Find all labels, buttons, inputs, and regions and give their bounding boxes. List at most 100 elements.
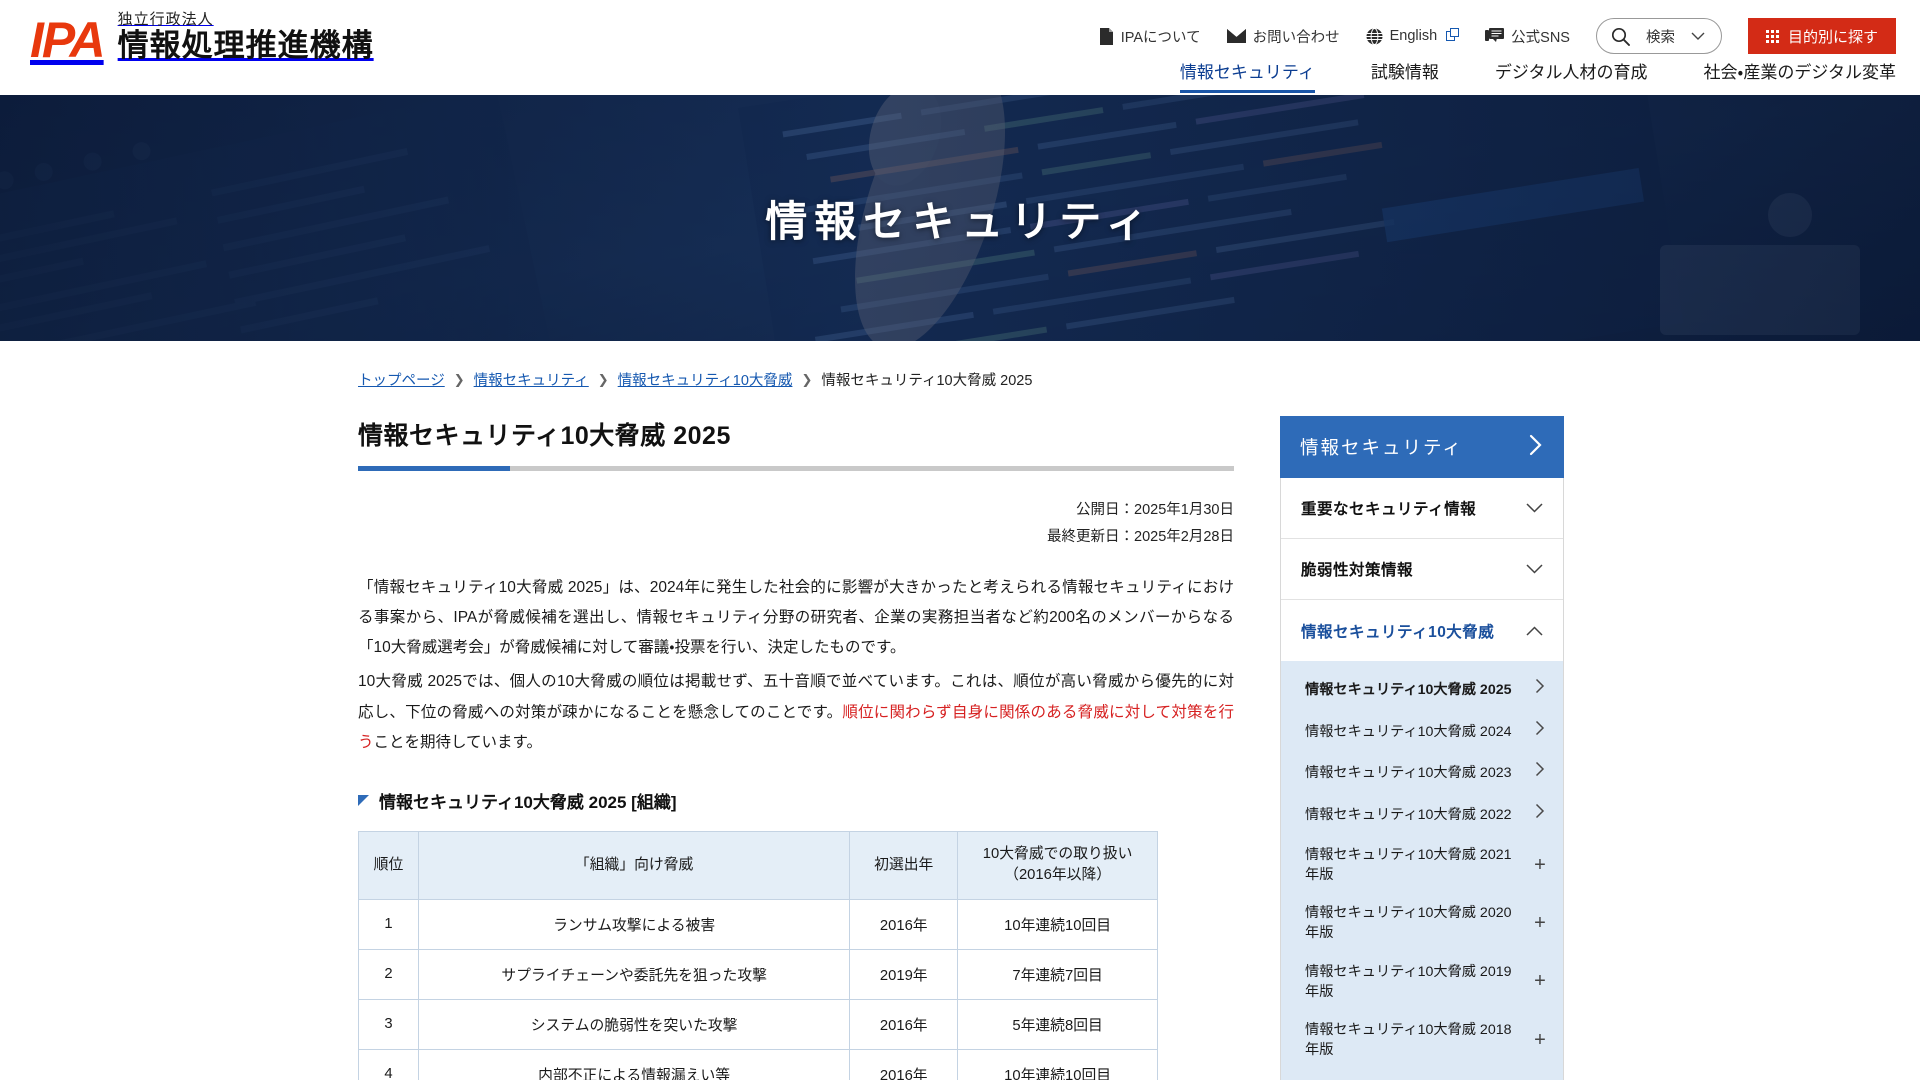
sidebar-item-threats-2018[interactable]: 情報セキュリティ10大脅威 2018年版 +	[1281, 1011, 1563, 1069]
col-header-rank: 順位	[358, 830, 419, 900]
globe-icon	[1366, 27, 1383, 45]
sidebar-item-threats-2021[interactable]: 情報セキュリティ10大脅威 2021年版 +	[1281, 836, 1563, 894]
purpose-search-button[interactable]: 目的別に探す	[1747, 18, 1896, 54]
cell-rank: 2	[358, 948, 419, 1000]
threats-table-body: 1 ランサム攻撃による被害 2016年 10年連続10回目 2 サプライチェーン…	[358, 898, 1158, 1080]
cell-year: 2016年	[849, 1048, 959, 1080]
sidebar-accordion-label: 脆弱性対策情報	[1301, 562, 1414, 579]
hero-banner: 情報セキュリティ	[0, 95, 1920, 341]
utility-link-contact-label: お問い合わせ	[1252, 29, 1340, 46]
search-icon	[1611, 27, 1630, 46]
sidebar-accordion-important-info[interactable]: 重要なセキュリティ情報	[1281, 478, 1563, 539]
sidebar-accordion-list: 重要なセキュリティ情報 脆弱性対策情報 情報セキュリティ10大脅威 情報セキュリ…	[1280, 478, 1564, 1080]
sidebar-item-threats-archive[interactable]: 情報セキュリティ10大脅威 +	[1281, 1069, 1563, 1080]
page-body: 情報セキュリティ10大脅威 2025 公開日：2025年1月30日 最終更新日：…	[358, 416, 1920, 1080]
sidebar-accordion-vulnerability-info[interactable]: 脆弱性対策情報	[1281, 539, 1563, 600]
sidebar-item-label: 情報セキュリティ10大脅威 2021年版	[1305, 846, 1512, 884]
threats-table-head: 順位 「組織」向け脅威 初選出年 10大脅威での取り扱い （2016年以降）	[358, 830, 1158, 900]
cell-year: 2019年	[849, 948, 959, 1000]
threats-table: 順位 「組織」向け脅威 初選出年 10大脅威での取り扱い （2016年以降） 1…	[358, 830, 1158, 1080]
sidebar-item-threats-2023[interactable]: 情報セキュリティ10大脅威 2023	[1281, 752, 1563, 794]
chat-icon	[1485, 27, 1505, 45]
utility-link-contact[interactable]: お問い合わせ	[1226, 26, 1340, 47]
plus-icon: +	[1534, 912, 1546, 935]
document-icon	[1099, 27, 1114, 45]
col-header-history-line1: 10大脅威での取り扱い	[982, 845, 1133, 862]
paragraph-2-part-b: ことを期待しています。	[373, 733, 543, 751]
plus-icon: +	[1534, 853, 1546, 876]
main-content: 情報セキュリティ10大脅威 2025 公開日：2025年1月30日 最終更新日：…	[358, 416, 1240, 1080]
utility-link-about-label: IPAについて	[1120, 29, 1201, 46]
title-underline-bar	[358, 466, 1234, 471]
sidebar-item-label: 情報セキュリティ10大脅威 2023	[1305, 765, 1512, 782]
ipa-logo-mark: IPA	[30, 11, 106, 68]
breadcrumb-separator-icon: ❯	[801, 371, 813, 387]
table-row: 1 ランサム攻撃による被害 2016年 10年連続10回目	[358, 898, 1158, 950]
sidebar-header[interactable]: 情報セキュリティ	[1280, 416, 1564, 478]
cell-threat: システムの脆弱性を突いた攻撃	[417, 998, 851, 1050]
chevron-right-icon	[1529, 434, 1542, 461]
col-header-history: 10大脅威での取り扱い （2016年以降）	[957, 830, 1158, 900]
breadcrumb-item-threats[interactable]: 情報セキュリティ10大脅威	[618, 369, 793, 390]
breadcrumb-item-current: 情報セキュリティ10大脅威 2025	[821, 373, 1033, 389]
sidebar: 情報セキュリティ 重要なセキュリティ情報 脆弱性対策情報 情報セキュリティ10大…	[1280, 416, 1564, 1080]
sidebar-item-label: 情報セキュリティ10大脅威 2018年版	[1305, 1021, 1512, 1058]
nav-item-digital-transformation[interactable]: 社会・産業のデジタル変革	[1704, 58, 1896, 90]
sidebar-item-threats-2022[interactable]: 情報セキュリティ10大脅威 2022	[1281, 794, 1563, 836]
sidebar-item-threats-2025[interactable]: 情報セキュリティ10大脅威 2025	[1281, 669, 1563, 711]
table-row: 2 サプライチェーンや委託先を狙った攻撃 2019年 7年連続7回目	[358, 948, 1158, 1000]
nav-item-security[interactable]: 情報セキュリティ	[1179, 58, 1315, 93]
utility-link-sns[interactable]: 公式SNS	[1485, 26, 1570, 47]
page-title: 情報セキュリティ10大脅威 2025	[358, 422, 731, 450]
sidebar-header-label: 情報セキュリティ	[1300, 437, 1463, 458]
breadcrumb-separator-icon: ❯	[597, 371, 609, 387]
updated-date: 最終更新日：2025年2月28日	[1047, 528, 1234, 545]
purpose-search-label: 目的別に探す	[1787, 28, 1878, 46]
breadcrumb-item-security[interactable]: 情報セキュリティ	[474, 369, 589, 390]
mail-icon	[1226, 29, 1246, 43]
sidebar-accordion-ten-threats[interactable]: 情報セキュリティ10大脅威	[1281, 600, 1563, 661]
cell-rank: 1	[358, 898, 419, 950]
sidebar-submenu-ten-threats: 情報セキュリティ10大脅威 2025 情報セキュリティ10大脅威 2024 情報…	[1281, 661, 1563, 1080]
cell-threat: 内部不正による情報漏えい等	[417, 1048, 851, 1080]
intro-paragraph-1: 「情報セキュリティ10大脅威 2025」は、2024年に発生した社会的に影響が大…	[358, 578, 1234, 657]
nav-item-exam[interactable]: 試験情報	[1371, 58, 1439, 90]
utility-link-sns-label: 公式SNS	[1511, 29, 1570, 46]
chevron-down-icon	[1526, 500, 1543, 517]
section-heading-label: 情報セキュリティ10大脅威 2025 [組織]	[379, 792, 677, 812]
cell-history: 10年連続10回目	[957, 898, 1158, 950]
utility-link-about[interactable]: IPAについて	[1099, 26, 1201, 47]
nav-item-digital-talent[interactable]: デジタル人材の育成	[1495, 58, 1648, 90]
plus-icon: +	[1534, 970, 1546, 993]
utility-link-english[interactable]: English	[1366, 27, 1460, 45]
breadcrumb: トップページ ❯ 情報セキュリティ ❯ 情報セキュリティ10大脅威 ❯ 情報セキ…	[358, 369, 1920, 390]
cell-year: 2016年	[849, 998, 959, 1050]
sidebar-item-threats-2019[interactable]: 情報セキュリティ10大脅威 2019年版 +	[1281, 953, 1563, 1011]
chevron-up-icon	[1526, 622, 1543, 639]
cell-year: 2016年	[849, 898, 959, 950]
cell-history: 5年連続8回目	[957, 998, 1158, 1050]
cell-rank: 4	[358, 1048, 419, 1080]
cell-threat: ランサム攻撃による被害	[417, 898, 851, 950]
publication-dates: 公開日：2025年1月30日 最終更新日：2025年2月28日	[358, 497, 1234, 551]
breadcrumb-item-top[interactable]: トップページ	[358, 369, 445, 390]
chevron-down-icon	[1691, 28, 1705, 45]
chevron-right-icon	[1533, 803, 1547, 827]
ipa-logo-text: 独立行政法人 情報処理推進機構	[117, 11, 374, 65]
search-toggle[interactable]: 検索	[1595, 18, 1722, 54]
ipa-logo-subtitle: 独立行政法人	[117, 11, 214, 28]
grid-icon	[1765, 29, 1779, 43]
intro-paragraph-2: 10大脅威 2025では、個人の10大脅威の順位は掲載せず、五十音順で並べていま…	[358, 667, 1234, 758]
main-nav: 情報セキュリティ 試験情報 デジタル人材の育成 社会・産業のデジタル変革	[1179, 58, 1896, 93]
sidebar-item-threats-2024[interactable]: 情報セキュリティ10大脅威 2024	[1281, 711, 1563, 753]
ipa-logo-name: 情報処理推進機構	[117, 27, 374, 63]
breadcrumb-separator-icon: ❯	[453, 371, 465, 387]
sidebar-accordion-label: 情報セキュリティ10大脅威	[1301, 623, 1495, 641]
sidebar-item-threats-2020[interactable]: 情報セキュリティ10大脅威 2020年版 +	[1281, 894, 1563, 952]
sidebar-item-label: 情報セキュリティ10大脅威 2025	[1305, 681, 1512, 698]
cell-history: 7年連続7回目	[957, 948, 1158, 1000]
hero-title: 情報セキュリティ	[765, 197, 1155, 245]
ipa-logo[interactable]: IPA 独立行政法人 情報処理推進機構	[30, 11, 374, 68]
chevron-down-icon	[1526, 561, 1543, 578]
col-header-threat: 「組織」向け脅威	[417, 830, 851, 900]
